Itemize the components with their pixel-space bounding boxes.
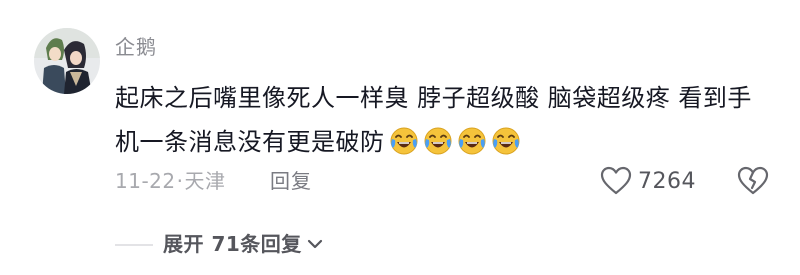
laugh-cry-icon — [492, 127, 519, 155]
broken-heart-icon — [737, 166, 769, 195]
comment-text: 起床之后嘴里像死人一样臭 脖子超级酸 脑袋超级疼 看到手机一条消息没有更是破防 — [115, 76, 775, 164]
reply-button[interactable]: 回复 — [270, 167, 312, 195]
comment-item: 企鹅 起床之后嘴里像死人一样臭 脖子超级酸 脑袋超级疼 看到手机一条消息没有更是… — [0, 0, 800, 275]
expand-replies-label: 展开 71条回复 — [163, 232, 302, 256]
expand-replies-button[interactable]: 展开 71条回复 — [163, 230, 324, 258]
comment-date: 11-22 — [115, 169, 176, 193]
dislike-button[interactable] — [736, 164, 770, 198]
chevron-down-icon — [307, 239, 322, 249]
meta-separator: · — [176, 169, 184, 193]
heart-icon — [600, 166, 632, 195]
laugh-cry-icon — [390, 127, 417, 155]
like-count: 7264 — [638, 168, 696, 194]
like-button[interactable]: 7264 — [600, 164, 696, 198]
laugh-cry-icon — [458, 127, 485, 155]
expand-divider — [115, 244, 153, 246]
emoji-row — [389, 126, 521, 156]
laugh-cry-icon — [424, 127, 451, 155]
username[interactable]: 企鹅 — [115, 34, 157, 60]
comment-meta: 11-22·天津 — [115, 167, 225, 195]
comment-location: 天津 — [184, 169, 226, 193]
avatar[interactable] — [34, 28, 100, 94]
